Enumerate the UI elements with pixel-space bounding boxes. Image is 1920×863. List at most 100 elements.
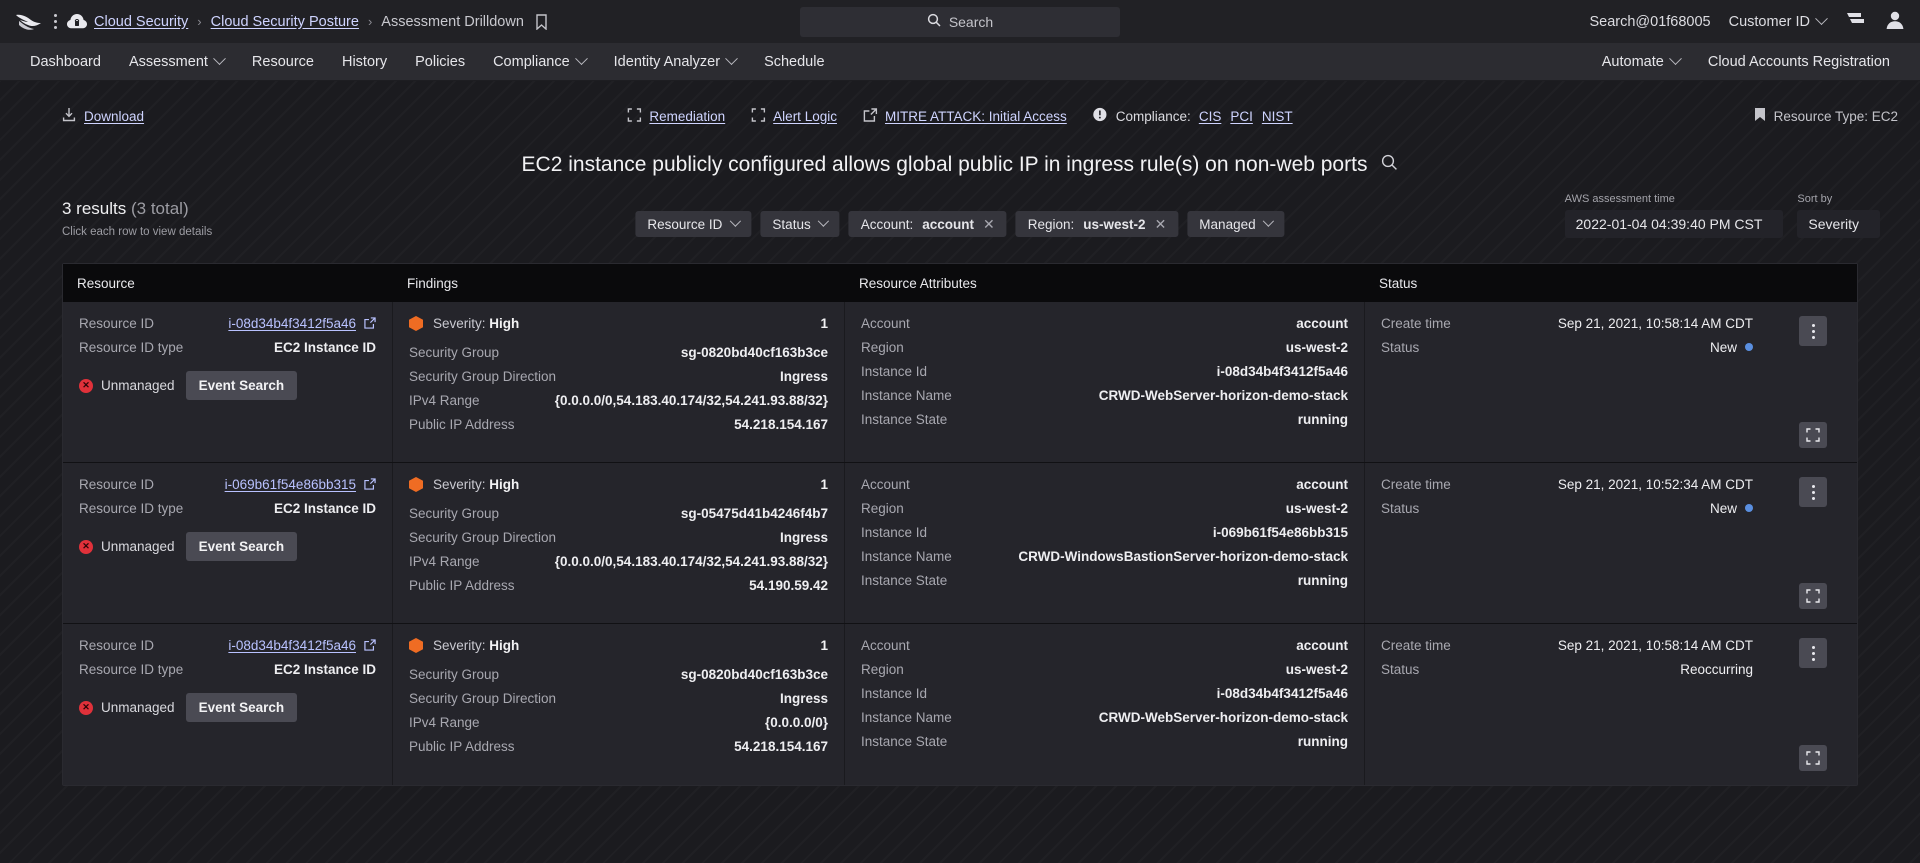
resource-id-type-label: Resource ID type [79,501,184,516]
nav-label: Assessment [128,53,208,70]
expand-brackets-icon [627,107,642,125]
table-row[interactable]: Resource ID i-08d34b4f3412f5a46 Resource I… [63,302,1857,463]
public-ip-address-label: Public IP Address [409,739,515,754]
row-expand-button[interactable] [1799,745,1827,771]
compliance-links: CIS PCI NIST [1199,109,1293,124]
chevron-down-icon [574,52,588,66]
compliance-group: Compliance: CIS PCI NIST [1093,107,1293,125]
nav-item-compliance[interactable]: Compliance [479,43,600,80]
resource-id-link[interactable]: i-069b61f54e86bb315 [225,477,356,492]
security-group-direction-label: Security Group Direction [409,369,557,384]
public-ip-address-field: Public IP Address 54.190.59.42 [409,578,828,593]
more-options-icon [1811,484,1815,500]
chevron-down-icon [729,215,742,227]
download-button[interactable]: Download [62,107,144,125]
filter-chip-region[interactable]: Region: us-west-2 ✕ [1015,211,1179,237]
mitre-attack-link[interactable]: MITRE ATTACK: Initial Access [863,107,1067,125]
unmanaged-label: Unmanaged [101,539,175,554]
breadcrumb-item-cloud-security[interactable]: Cloud Security [94,14,188,30]
row-resource-cell: Resource ID i-08d34b4f3412f5a46 Resource I… [63,624,393,785]
ipv4-range-field: IPv4 Range {0.0.0.0/0,54.183.40.174/32,54… [409,393,828,408]
compliance-link-pci[interactable]: PCI [1230,109,1253,124]
nav-label: Resource [251,53,314,70]
row-expand-button[interactable] [1799,583,1827,609]
compliance-link-cis[interactable]: CIS [1199,109,1222,124]
row-more-options-button[interactable] [1799,638,1827,668]
nav-item-automate[interactable]: Automate [1588,52,1694,70]
severity-label: Severity: High [433,638,520,653]
chip-label: Resource ID [647,216,723,232]
public-ip-address-field: Public IP Address 54.218.154.167 [409,739,828,754]
nav-item-cloud-accounts-registration[interactable]: Cloud Accounts Registration [1694,54,1904,70]
instance-state-value: running [1297,573,1348,588]
table-row[interactable]: Resource ID i-08d34b4f3412f5a46 Resource I… [63,624,1857,785]
status-field: Status Reoccurring [1381,662,1753,677]
region-label: Region [861,662,904,677]
nav-item-schedule[interactable]: Schedule [750,43,838,80]
external-link-icon[interactable] [356,638,376,653]
breadcrumb-separator: › [197,14,202,29]
instance-id-value: i-069b61f54e86bb315 [1212,525,1348,540]
close-icon[interactable]: ✕ [983,217,995,231]
nav-item-policies[interactable]: Policies [401,43,479,80]
severity-value: High [489,316,520,331]
assessment-time-dropdown[interactable]: 2022-01-04 04:39:40 PM CST [1564,210,1784,238]
external-link-icon[interactable] [356,316,376,331]
create-time-field: Create time Sep 21, 2021, 10:52:34 AM CDT [1381,477,1753,492]
breadcrumb: Cloud Security › Cloud Security Posture … [94,14,548,30]
search-icon[interactable] [1381,154,1398,176]
filter-chip-managed[interactable]: Managed [1187,211,1285,237]
instance-name-label: Instance Name [861,388,952,403]
unmanaged-badge: ✕ Unmanaged [79,539,175,554]
app-menu-icon[interactable] [46,12,64,32]
remediation-button[interactable]: Remediation [627,107,725,125]
compliance-link-nist[interactable]: NIST [1262,109,1293,124]
nav-item-identity-analyzer[interactable]: Identity Analyzer [600,43,750,80]
user-avatar-icon[interactable] [1884,10,1906,34]
severity-row: Severity: High 1 [409,638,828,653]
row-more-options-button[interactable] [1799,316,1827,346]
security-group-field: Security Group sg-05475d41b4246f4b7 [409,506,828,521]
filter-chip-account[interactable]: Account: account ✕ [848,211,1007,237]
row-more-options-button[interactable] [1799,477,1827,507]
filter-chip-resource-id[interactable]: Resource ID [635,211,752,237]
chevron-down-icon [213,52,226,66]
security-group-direction-value: Ingress [779,530,828,545]
breadcrumb-separator: › [367,14,373,29]
create-time-field: Create time Sep 21, 2021, 10:58:14 AM CDT [1381,638,1753,653]
security-group-field: Security Group sg-0820bd40cf163b3ce [409,345,828,360]
nav-item-history[interactable]: History [328,43,401,80]
sort-by-dropdown[interactable]: Severity [1797,210,1880,238]
security-group-value: sg-05475d41b4246f4b7 [680,506,828,521]
compliance-label: Compliance: [1115,108,1191,124]
nav-item-assessment[interactable]: Assessment [115,43,238,80]
event-search-button[interactable]: Event Search [185,693,298,722]
resource-id-link[interactable]: i-08d34b4f3412f5a46 [228,638,356,653]
filter-chip-status[interactable]: Status [760,211,840,237]
row-expand-button[interactable] [1799,422,1827,448]
instance-id-label: Instance Id [861,686,928,701]
bookmark-icon[interactable] [535,13,548,30]
close-icon[interactable]: ✕ [1155,217,1167,231]
public-ip-address-value: 54.190.59.42 [749,578,828,593]
findings-table: Resource Findings Resource Attributes St… [62,263,1858,786]
menu-list-icon[interactable] [1844,11,1866,33]
chip-label: Region: [1027,216,1075,232]
global-search-input[interactable]: Search [800,6,1120,37]
alert-logic-button[interactable]: Alert Logic [751,107,837,125]
row-status-cell: Create time Sep 21, 2021, 10:58:14 AM CDT… [1365,624,1769,785]
row-attributes-cell: Account account Region us-west-2 Instance Id… [845,463,1365,623]
status-value: New [1710,340,1753,355]
sort-by-label: Sort by [1797,193,1833,205]
customer-id-dropdown[interactable]: Customer ID [1729,12,1828,30]
nav-item-dashboard[interactable]: Dashboard [16,43,115,80]
create-time-field: Create time Sep 21, 2021, 10:58:14 AM CDT [1381,316,1753,331]
event-search-button[interactable]: Event Search [185,532,298,561]
breadcrumb-item-cloud-security-posture[interactable]: Cloud Security Posture [211,14,359,30]
table-row[interactable]: Resource ID i-069b61f54e86bb315 Resource I… [63,463,1857,624]
security-group-value: sg-0820bd40cf163b3ce [680,667,828,682]
resource-id-link[interactable]: i-08d34b4f3412f5a46 [228,316,356,331]
nav-item-resource[interactable]: Resource [238,43,328,80]
external-link-icon[interactable] [356,477,376,492]
event-search-button[interactable]: Event Search [185,371,298,400]
